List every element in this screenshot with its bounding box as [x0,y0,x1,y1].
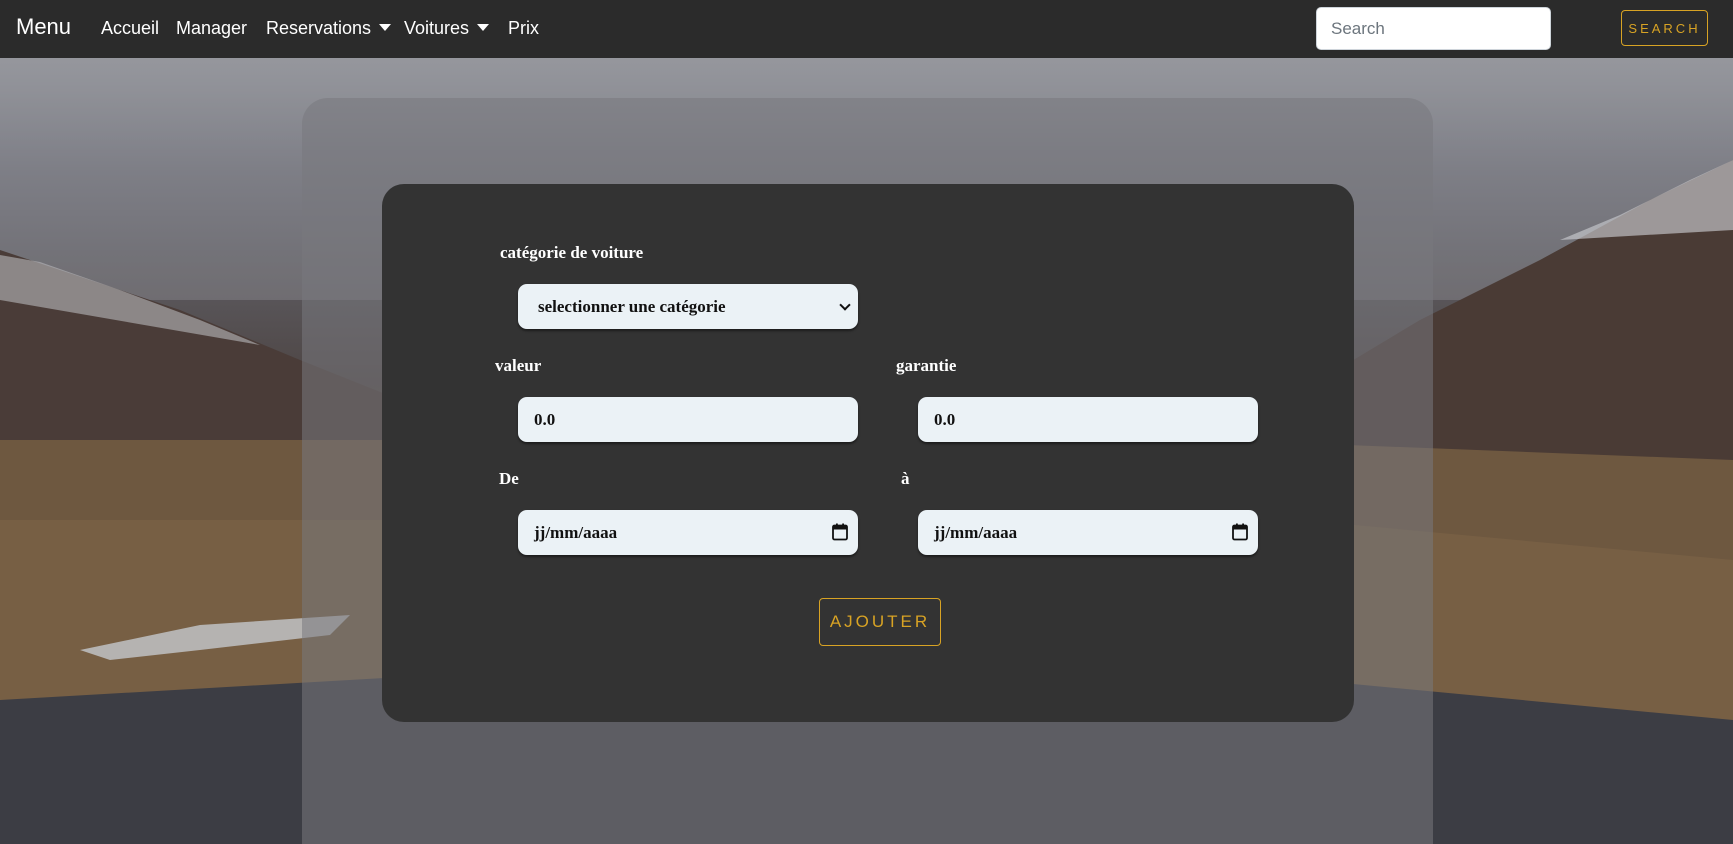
nav-link-prix[interactable]: Prix [508,18,539,39]
nav-link-manager[interactable]: Manager [176,18,247,39]
garantie-input-value: 0.0 [934,409,956,429]
category-select[interactable]: selectionner une catégorie [518,284,858,329]
top-navbar: Menu Accueil Manager Reservations Voitur… [0,0,1733,58]
nav-dropdown-reservations-label: Reservations [266,18,372,38]
date-to-placeholder: jj/mm/aaaa [934,522,1018,542]
valeur-input-value: 0.0 [534,409,556,429]
category-select-value: selectionner une catégorie [538,296,726,316]
navbar-brand[interactable]: Menu [16,14,71,40]
calendar-icon[interactable] [1232,523,1248,541]
garantie-label: garantie [896,356,957,375]
nav-dropdown-voitures-label: Voitures [404,18,470,38]
garantie-input[interactable]: 0.0 [918,397,1258,442]
valeur-input[interactable]: 0.0 [518,397,858,442]
category-label: catégorie de voiture [500,243,644,262]
de-label: De [499,469,519,488]
nav-dropdown-voitures[interactable]: Voitures [404,18,490,39]
caret-down-icon [477,24,490,31]
search-input[interactable] [1316,7,1551,50]
a-label: à [901,469,910,488]
date-to-input[interactable]: jj/mm/aaaa [918,510,1258,555]
add-button[interactable]: AJOUTER [819,598,941,646]
nav-link-accueil[interactable]: Accueil [101,18,159,39]
valeur-label: valeur [495,356,542,375]
caret-down-icon [379,24,392,31]
date-from-placeholder: jj/mm/aaaa [534,522,618,542]
nav-dropdown-reservations[interactable]: Reservations [266,18,392,39]
chevron-down-icon [839,299,851,311]
calendar-icon[interactable] [832,523,848,541]
search-button[interactable]: SEARCH [1621,10,1708,46]
date-from-input[interactable]: jj/mm/aaaa [518,510,858,555]
